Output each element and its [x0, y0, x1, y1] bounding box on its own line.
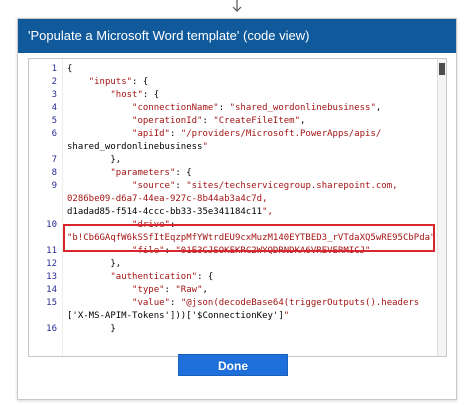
code-line: d1adad85-f514-4ccc-bb33-35e341184c11",	[29, 206, 438, 219]
line-number: 4	[51, 103, 57, 113]
code-line: 3 "host": {	[29, 89, 438, 102]
code-text: shared_wordonlinebusiness"	[67, 142, 208, 152]
code-text: "parameters": {	[110, 168, 192, 178]
code-text: "source": "sites/techservicegroup.sharep…	[132, 181, 398, 191]
code-line: 15 "value": "@json(decodeBase64(triggerO…	[29, 297, 438, 310]
line-number: 2	[51, 77, 57, 87]
code-line: 5 "operationId": "CreateFileItem",	[29, 115, 438, 128]
code-line: shared_wordonlinebusiness"	[29, 141, 438, 154]
code-line: 16 }	[29, 323, 438, 336]
code-line: ['X-MS-APIM-Tokens']))['$ConnectionKey']…	[29, 310, 438, 323]
code-line: 6 "apiId": "/providers/Microsoft.PowerAp…	[29, 128, 438, 141]
code-line: 8 "parameters": {	[29, 167, 438, 180]
code-line: 14 "type": "Raw",	[29, 284, 438, 297]
line-number: 14	[46, 285, 57, 295]
line-number: 16	[46, 324, 57, 334]
code-view-dialog: 'Populate a Microsoft Word template' (co…	[17, 18, 457, 400]
code-line: 1{	[29, 63, 438, 76]
code-text: }	[67, 324, 116, 334]
code-text: "inputs": {	[88, 77, 149, 87]
line-number: 15	[46, 298, 57, 308]
done-button[interactable]: Done	[178, 354, 288, 376]
code-lines: 1{2 "inputs": {3 "host": {4 "connectionN…	[29, 59, 441, 356]
line-number: 10	[46, 220, 57, 230]
dialog-title: 'Populate a Microsoft Word template' (co…	[28, 28, 310, 43]
code-text: "authentication": {	[110, 272, 214, 282]
code-text: "connectionName": "shared_wordonlinebusi…	[132, 103, 382, 113]
line-number: 12	[46, 259, 57, 269]
drive-file-highlight-box	[63, 224, 435, 252]
code-line: 2 "inputs": {	[29, 76, 438, 89]
code-text: 0286be09-d6a7-44ea-927c-8b44ab3a4c7d,	[67, 194, 268, 204]
code-text: {	[67, 64, 73, 74]
line-number: 13	[46, 272, 57, 282]
code-line: 0286be09-d6a7-44ea-927c-8b44ab3a4c7d,	[29, 193, 438, 206]
code-line: 4 "connectionName": "shared_wordonlinebu…	[29, 102, 438, 115]
code-line: 12 },	[29, 258, 438, 271]
code-line: 13 "authentication": {	[29, 271, 438, 284]
line-number: 8	[51, 168, 57, 178]
code-text: "type": "Raw",	[132, 285, 208, 295]
code-text: },	[67, 259, 122, 269]
arrow-down-icon	[232, 0, 242, 12]
line-number: 9	[51, 181, 57, 191]
code-text: },	[67, 155, 122, 165]
code-editor[interactable]: 1{2 "inputs": {3 "host": {4 "connectionN…	[28, 58, 447, 357]
line-number: 6	[51, 129, 57, 139]
code-line: 7 },	[29, 154, 438, 167]
line-number: 3	[51, 90, 57, 100]
line-number: 5	[51, 116, 57, 126]
code-line: 9 "source": "sites/techservicegroup.shar…	[29, 180, 438, 193]
code-text: "value": "@json(decodeBase64(triggerOutp…	[132, 298, 420, 308]
vertical-scrollbar[interactable]	[437, 59, 446, 356]
code-text: ['X-MS-APIM-Tokens']))['$ConnectionKey']…	[67, 311, 290, 321]
line-number: 1	[51, 64, 57, 74]
scrollbar-thumb[interactable]	[439, 63, 445, 75]
line-number: 7	[51, 155, 57, 165]
code-text: "operationId": "CreateFileItem",	[132, 116, 306, 126]
code-text: "apiId": "/providers/Microsoft.PowerApps…	[132, 129, 382, 139]
dialog-header: 'Populate a Microsoft Word template' (co…	[18, 19, 456, 53]
code-text: "host": {	[110, 90, 160, 100]
line-number: 11	[46, 246, 57, 256]
code-text: d1adad85-f514-4ccc-bb33-35e341184c11",	[67, 207, 273, 217]
